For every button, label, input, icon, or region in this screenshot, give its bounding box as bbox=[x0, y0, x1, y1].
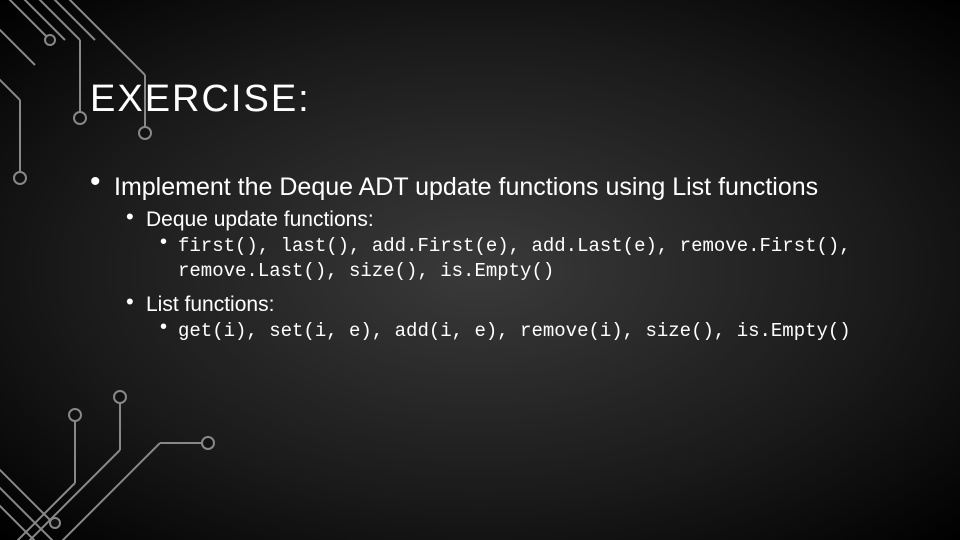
bullet-deque-code: first(), last(), add.First(e), add.Last(… bbox=[160, 234, 920, 285]
bullet-main-text: Implement the Deque ADT update functions… bbox=[114, 173, 818, 201]
bullet-deque: Deque update functions: first(), last(),… bbox=[126, 208, 920, 285]
bullet-main: Implement the Deque ADT update functions… bbox=[90, 171, 920, 344]
list-functions-code: get(i), set(i, e), add(i, e), remove(i),… bbox=[178, 319, 918, 345]
bullet-list-fns: List functions: get(i), set(i, e), add(i… bbox=[126, 293, 920, 345]
bullet-list: Implement the Deque ADT update functions… bbox=[90, 171, 920, 344]
bullet-deque-label: Deque update functions: bbox=[146, 208, 374, 231]
deque-functions-code: first(), last(), add.First(e), add.Last(… bbox=[178, 234, 918, 285]
bullet-list-code: get(i), set(i, e), add(i, e), remove(i),… bbox=[160, 319, 920, 345]
slide-content: EXERCISE: Implement the Deque ADT update… bbox=[90, 78, 920, 352]
bullet-list-label: List functions: bbox=[146, 293, 274, 316]
slide-title: EXERCISE: bbox=[90, 78, 920, 121]
